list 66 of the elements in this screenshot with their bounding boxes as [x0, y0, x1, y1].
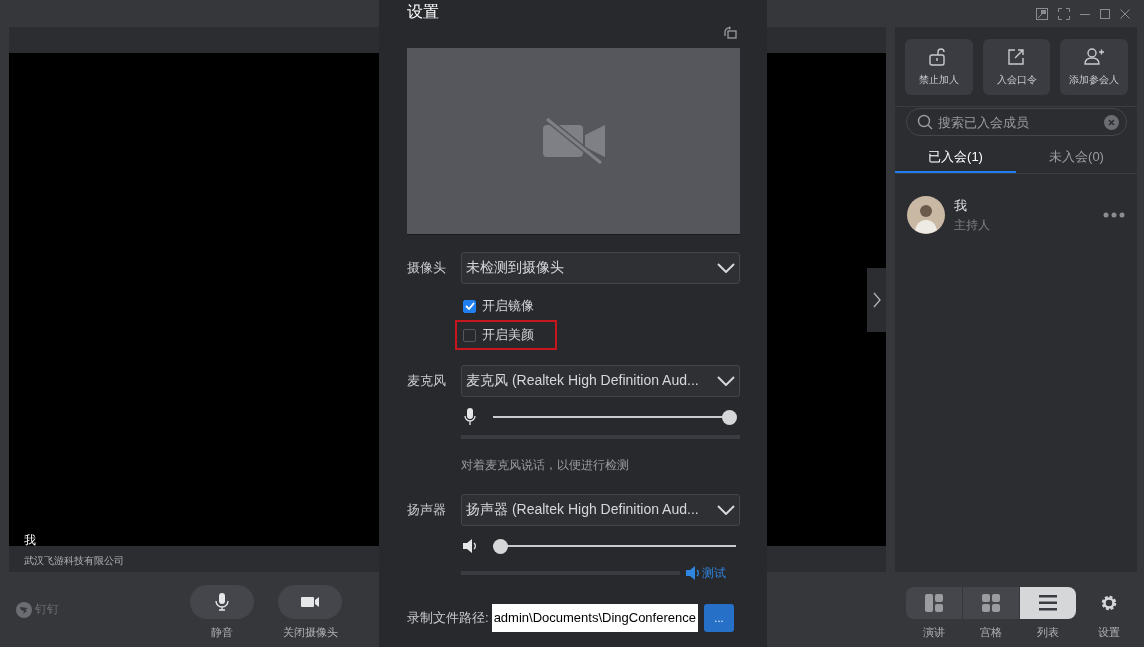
- organization-name: 武汉飞游科技有限公司: [24, 554, 125, 568]
- toolbar-label: 静音: [211, 625, 233, 640]
- close-icon[interactable]: [1120, 8, 1130, 19]
- maximize-icon[interactable]: [1100, 8, 1110, 19]
- slider-handle[interactable]: [493, 538, 508, 554]
- dropdown[interactable]: 扬声器 (Realtek High Definition Aud...: [461, 494, 740, 526]
- speaker-icon: [686, 564, 700, 582]
- check-icon: [464, 302, 475, 310]
- action-button[interactable]: 入会口令: [982, 39, 1051, 95]
- chevron-right-icon: [872, 292, 881, 308]
- microphone-icon: [463, 408, 477, 426]
- grid-layout-icon: [982, 594, 1000, 612]
- participant-name: 我: [24, 534, 36, 546]
- layout-mode-button[interactable]: [1020, 587, 1076, 619]
- dropdown[interactable]: 麦克风 (Realtek High Definition Aud...: [461, 365, 740, 397]
- collapse-button[interactable]: [867, 268, 886, 332]
- toolbar-label: 关闭摄像头: [282, 625, 338, 640]
- member-tab[interactable]: 未入会(0): [1016, 143, 1137, 173]
- dropdown[interactable]: 未检测到摄像头: [461, 252, 740, 284]
- action-button[interactable]: 添加参会人: [1060, 39, 1128, 95]
- fullscreen-icon[interactable]: [1058, 7, 1070, 20]
- dialog-title: 设置: [407, 2, 440, 22]
- chevron-down-icon: [717, 376, 735, 386]
- test-link[interactable]: 测试: [686, 564, 726, 582]
- layout-mode-button[interactable]: [906, 587, 962, 619]
- member-name: 我: [954, 196, 968, 215]
- layout-mode-button[interactable]: [963, 587, 1019, 619]
- logo-icon: [16, 601, 32, 618]
- settings-icon: [1101, 595, 1117, 611]
- checkbox-label: 开启美颜: [482, 326, 534, 344]
- microphone-icon: [212, 592, 232, 612]
- checkbox[interactable]: [463, 299, 476, 313]
- settings-label: 设置: [1098, 625, 1120, 640]
- layout-mode-label: 宫格: [980, 625, 1002, 640]
- rotate-icon[interactable]: [723, 26, 737, 39]
- list-layout-icon: [1039, 594, 1057, 612]
- member-tab[interactable]: 已入会(1): [895, 143, 1016, 173]
- picture-in-picture-icon[interactable]: [1036, 7, 1048, 20]
- field-label: 扬声器: [407, 501, 447, 519]
- field-label: 麦克风: [407, 372, 447, 390]
- add-user-icon: [1083, 47, 1105, 67]
- toolbar-button[interactable]: [278, 585, 342, 619]
- chevron-down-icon: [717, 505, 735, 515]
- action-button[interactable]: 禁止加人: [905, 39, 973, 95]
- field-label: 录制文件路径:: [407, 609, 489, 627]
- more-icon[interactable]: [1103, 212, 1125, 218]
- checkbox-label: 开启镜像: [482, 297, 534, 315]
- path-field[interactable]: admin\Documents\DingConference: [491, 604, 698, 632]
- speaker-icon: [463, 537, 477, 555]
- share-arrow-icon: [1006, 47, 1027, 67]
- layout-mode-label: 演讲: [923, 625, 945, 640]
- slider-handle[interactable]: [722, 409, 737, 425]
- search-input[interactable]: 搜索已入会成员: [938, 114, 1099, 130]
- toolbar-button[interactable]: [190, 585, 254, 619]
- member-role: 主持人: [954, 216, 991, 234]
- camera-off-icon: [542, 117, 605, 165]
- field-label: 摄像头: [407, 259, 447, 277]
- clear-icon[interactable]: [1104, 114, 1119, 130]
- layout-mode-label: 列表: [1037, 625, 1059, 640]
- chevron-down-icon: [717, 263, 735, 273]
- split-layout-icon: [925, 594, 943, 612]
- browse-button[interactable]: ...: [703, 604, 734, 632]
- checkbox[interactable]: [463, 328, 476, 342]
- avatar-icon: [907, 196, 945, 234]
- hint-text: 对着麦克风说话，以便进行检测: [460, 457, 630, 474]
- search-icon: [917, 114, 933, 130]
